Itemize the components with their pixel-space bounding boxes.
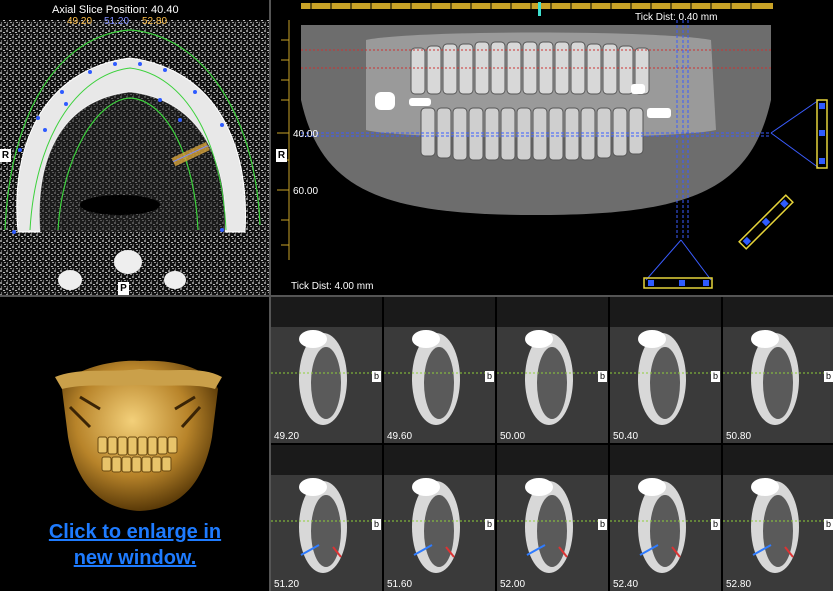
cross-section-slice[interactable]: 52.40 b (610, 445, 721, 591)
panoramic-ruler-40: 40.00 (293, 129, 319, 140)
enlarge-link-line2[interactable]: new window. (0, 545, 269, 571)
slice-side-label: b (824, 519, 833, 530)
axial-pos-right: 52.80 (142, 16, 168, 27)
cross-section-slice[interactable]: 50.40 b (610, 297, 721, 443)
axial-view[interactable]: Axial Slice Position: 40.40 49.20 51.20 … (0, 0, 269, 295)
cross-section-slice[interactable]: 52.00 b (497, 445, 608, 591)
slice-position-label: 49.20 (274, 431, 300, 442)
cross-section-slice[interactable]: 49.60 b (384, 297, 495, 443)
slice-side-label: b (598, 371, 607, 382)
axial-slice-title: Axial Slice Position: 40.40 (52, 4, 179, 16)
slice-side-label: b (372, 519, 381, 530)
axial-pos-left: 49.20 (67, 16, 93, 27)
render-3d-view[interactable]: Click to enlarge in new window. (0, 297, 269, 591)
panoramic-tick-dist-top: Tick Dist: 0.40 mm (635, 12, 718, 23)
slice-position-label: 52.00 (500, 579, 526, 590)
cross-section-slice[interactable]: 50.00 b (497, 297, 608, 443)
panoramic-view[interactable]: Tick Dist: 0.40 mm Tick Dist: 4.00 mm 40… (271, 0, 833, 295)
panoramic-tick-dist-bottom: Tick Dist: 4.00 mm (291, 281, 374, 292)
slice-position-label: 49.60 (387, 431, 413, 442)
panoramic-ruler-60: 60.00 (293, 186, 319, 197)
slice-side-label: b (485, 519, 494, 530)
slice-side-label: b (372, 371, 381, 382)
cross-section-slice[interactable]: 52.80 b (723, 445, 833, 591)
panoramic-orientation-r: R (276, 149, 287, 162)
cross-section-grid: 49.20 b 49.60 b 50.00 b 50.40 b 50.80 b (271, 297, 833, 591)
slice-position-label: 50.80 (726, 431, 752, 442)
slice-side-label: b (711, 371, 720, 382)
axial-orientation-r: R (0, 149, 11, 162)
slice-position-label: 51.60 (387, 579, 413, 590)
enlarge-link-line1[interactable]: Click to enlarge in (0, 519, 269, 545)
cross-section-slice[interactable]: 51.60 b (384, 445, 495, 591)
slice-position-label: 51.20 (274, 579, 300, 590)
slice-side-label: b (485, 371, 494, 382)
slice-position-label: 52.40 (613, 579, 639, 590)
axial-orientation-p: P (118, 282, 129, 295)
axial-slice-image (0, 20, 269, 295)
cross-section-slice[interactable]: 50.80 b (723, 297, 833, 443)
slice-position-label: 50.00 (500, 431, 526, 442)
slice-position-label: 50.40 (613, 431, 639, 442)
slice-side-label: b (824, 371, 833, 382)
cross-section-slice[interactable]: 51.20 b (271, 445, 382, 591)
slice-position-label: 52.80 (726, 579, 752, 590)
slice-side-label: b (711, 519, 720, 530)
cross-section-slice[interactable]: 49.20 b (271, 297, 382, 443)
panoramic-image (277, 2, 828, 289)
slice-side-label: b (598, 519, 607, 530)
axial-pos-mid: 51.20 (104, 16, 130, 27)
